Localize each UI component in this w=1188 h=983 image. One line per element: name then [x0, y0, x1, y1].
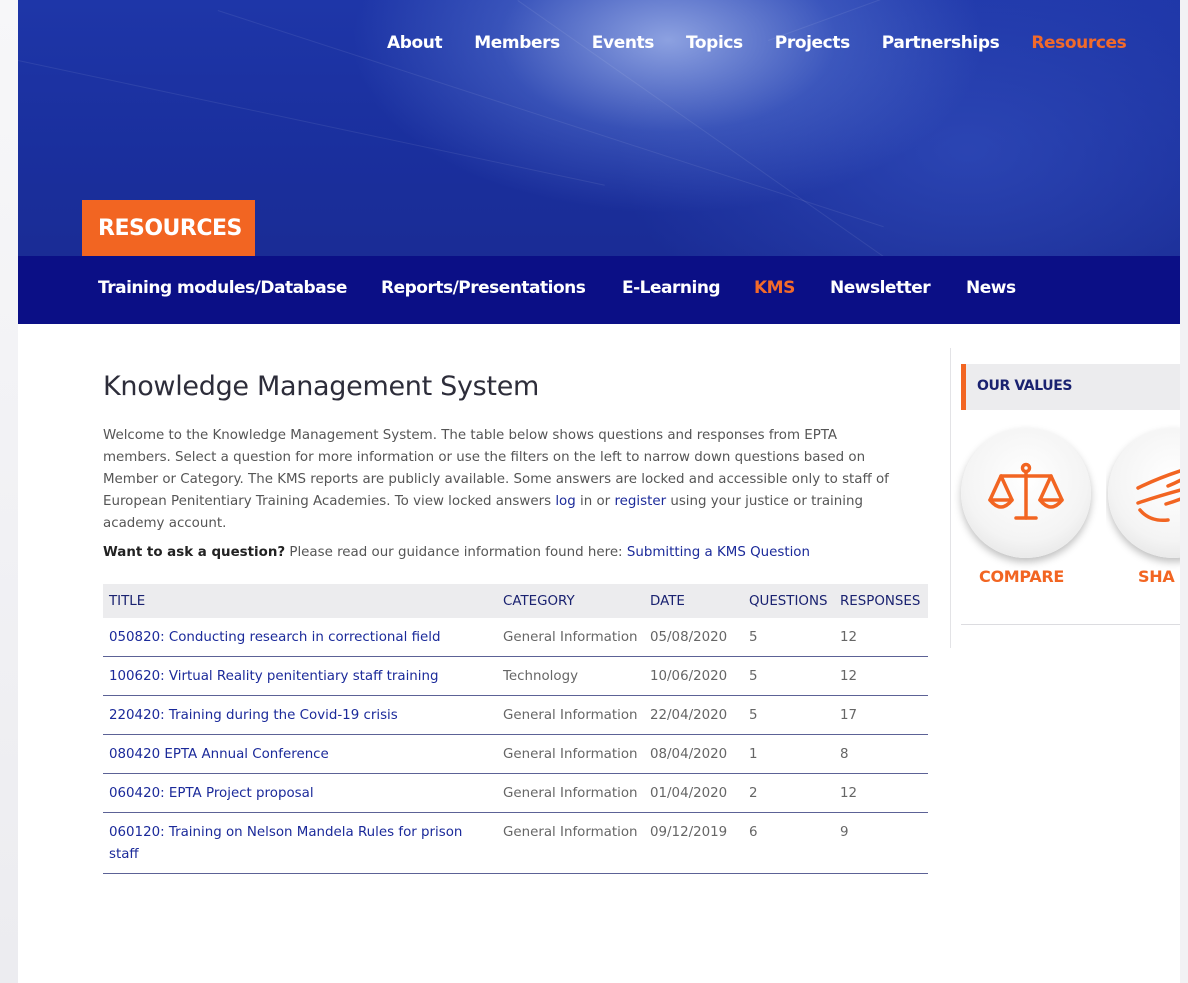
cell-responses: 17: [834, 695, 928, 735]
nav-projects[interactable]: Projects: [775, 33, 850, 53]
intro-paragraph: Welcome to the Knowledge Management Syst…: [103, 425, 903, 535]
value-card-share[interactable]: SHA: [1106, 424, 1180, 599]
ask-question-heading: Want to ask a question?: [103, 545, 286, 560]
column-header-category[interactable]: CATEGORY: [497, 584, 644, 618]
subnav-elearning[interactable]: E-Learning: [622, 278, 721, 298]
value-card-compare[interactable]: COMPARE: [959, 424, 1091, 599]
scales-icon: [988, 462, 1064, 520]
page-background-right: [1180, 0, 1188, 983]
value-circle: [1108, 428, 1180, 558]
submit-question-link[interactable]: Submitting a KMS Question: [627, 545, 810, 560]
value-circle: [961, 428, 1091, 558]
cell-responses: 8: [834, 734, 928, 774]
table-header-row: TITLE CATEGORY DATE QUESTIONS RESPONSES: [103, 584, 928, 618]
subnav-news[interactable]: News: [966, 278, 1016, 298]
cell-category: General Information: [497, 773, 644, 813]
cell-title: 080420 EPTA Annual Conference: [103, 734, 497, 774]
hands-icon: [1136, 469, 1180, 523]
cell-date: 05/08/2020: [644, 618, 743, 657]
subnav-training-modules[interactable]: Training modules/Database: [98, 278, 347, 298]
cell-date: 01/04/2020: [644, 773, 743, 813]
question-link[interactable]: 050820: Conducting research in correctio…: [109, 630, 441, 645]
value-label: SHA: [1138, 567, 1175, 586]
cell-title: 060420: EPTA Project proposal: [103, 773, 497, 813]
cell-questions: 5: [743, 618, 834, 657]
page-background-left: [0, 0, 18, 983]
hero-decor-line: [18, 60, 605, 186]
sidebar-bottom-rule: [961, 624, 1180, 625]
table-row: 100620: Virtual Reality penitentiary sta…: [103, 656, 928, 696]
intro-text: in or: [575, 494, 615, 509]
question-link[interactable]: 060420: EPTA Project proposal: [109, 786, 314, 801]
nav-partnerships[interactable]: Partnerships: [882, 33, 1000, 53]
section-badge: RESOURCES: [82, 200, 255, 256]
cell-date: 10/06/2020: [644, 656, 743, 696]
value-label: COMPARE: [979, 567, 1065, 586]
cell-questions: 1: [743, 734, 834, 774]
cell-date: 22/04/2020: [644, 695, 743, 735]
subnav-reports[interactable]: Reports/Presentations: [381, 278, 586, 298]
page-title: Knowledge Management System: [103, 371, 540, 402]
ask-question-text: Please read our guidance information fou…: [285, 545, 627, 560]
cell-responses: 12: [834, 618, 928, 657]
cell-category: General Information: [497, 618, 644, 657]
question-link[interactable]: 220420: Training during the Covid-19 cri…: [109, 708, 398, 723]
cell-category: Technology: [497, 656, 644, 696]
nav-resources[interactable]: Resources: [1031, 33, 1126, 53]
log-in-link[interactable]: log: [555, 494, 575, 509]
cell-title: 060120: Training on Nelson Mandela Rules…: [103, 812, 497, 874]
our-values-heading: OUR VALUES: [977, 378, 1073, 394]
table-row: 050820: Conducting research in correctio…: [103, 618, 928, 657]
table-row: 060120: Training on Nelson Mandela Rules…: [103, 812, 928, 874]
question-link[interactable]: 060120: Training on Nelson Mandela Rules…: [109, 825, 462, 862]
column-header-title[interactable]: TITLE: [103, 584, 497, 618]
our-values-heading-box: OUR VALUES: [961, 364, 1180, 410]
cell-responses: 12: [834, 773, 928, 813]
cell-date: 09/12/2019: [644, 812, 743, 874]
cell-title: 050820: Conducting research in correctio…: [103, 618, 497, 657]
cell-date: 08/04/2020: [644, 734, 743, 774]
main-content: Knowledge Management System Welcome to t…: [18, 324, 1180, 983]
cell-questions: 5: [743, 695, 834, 735]
cell-title: 220420: Training during the Covid-19 cri…: [103, 695, 497, 735]
subnav-kms[interactable]: KMS: [754, 278, 795, 298]
kms-questions-table: TITLE CATEGORY DATE QUESTIONS RESPONSES …: [103, 584, 928, 874]
cell-responses: 9: [834, 812, 928, 874]
main-navigation: About Members Events Topics Projects Par…: [387, 33, 1158, 53]
nav-topics[interactable]: Topics: [686, 33, 743, 53]
cell-questions: 2: [743, 773, 834, 813]
column-header-responses[interactable]: RESPONSES: [834, 584, 928, 618]
column-header-questions[interactable]: QUESTIONS: [743, 584, 834, 618]
table-row: 060420: EPTA Project proposal General In…: [103, 773, 928, 813]
sidebar-divider: [950, 348, 951, 648]
cell-category: General Information: [497, 812, 644, 874]
cell-responses: 12: [834, 656, 928, 696]
ask-question-line: Want to ask a question? Please read our …: [103, 545, 810, 560]
nav-members[interactable]: Members: [474, 33, 560, 53]
cell-questions: 5: [743, 656, 834, 696]
nav-events[interactable]: Events: [592, 33, 655, 53]
subnav-newsletter[interactable]: Newsletter: [830, 278, 931, 298]
question-link[interactable]: 100620: Virtual Reality penitentiary sta…: [109, 669, 439, 684]
cell-category: General Information: [497, 695, 644, 735]
question-link[interactable]: 080420 EPTA Annual Conference: [109, 747, 329, 762]
register-link[interactable]: register: [614, 494, 666, 509]
cell-questions: 6: [743, 812, 834, 874]
table-row: 220420: Training during the Covid-19 cri…: [103, 695, 928, 735]
column-header-date[interactable]: DATE: [644, 584, 743, 618]
nav-about[interactable]: About: [387, 33, 443, 53]
table-row: 080420 EPTA Annual Conference General In…: [103, 734, 928, 774]
cell-category: General Information: [497, 734, 644, 774]
cell-title: 100620: Virtual Reality penitentiary sta…: [103, 656, 497, 696]
sub-navigation: Training modules/Database Reports/Presen…: [18, 256, 1180, 324]
